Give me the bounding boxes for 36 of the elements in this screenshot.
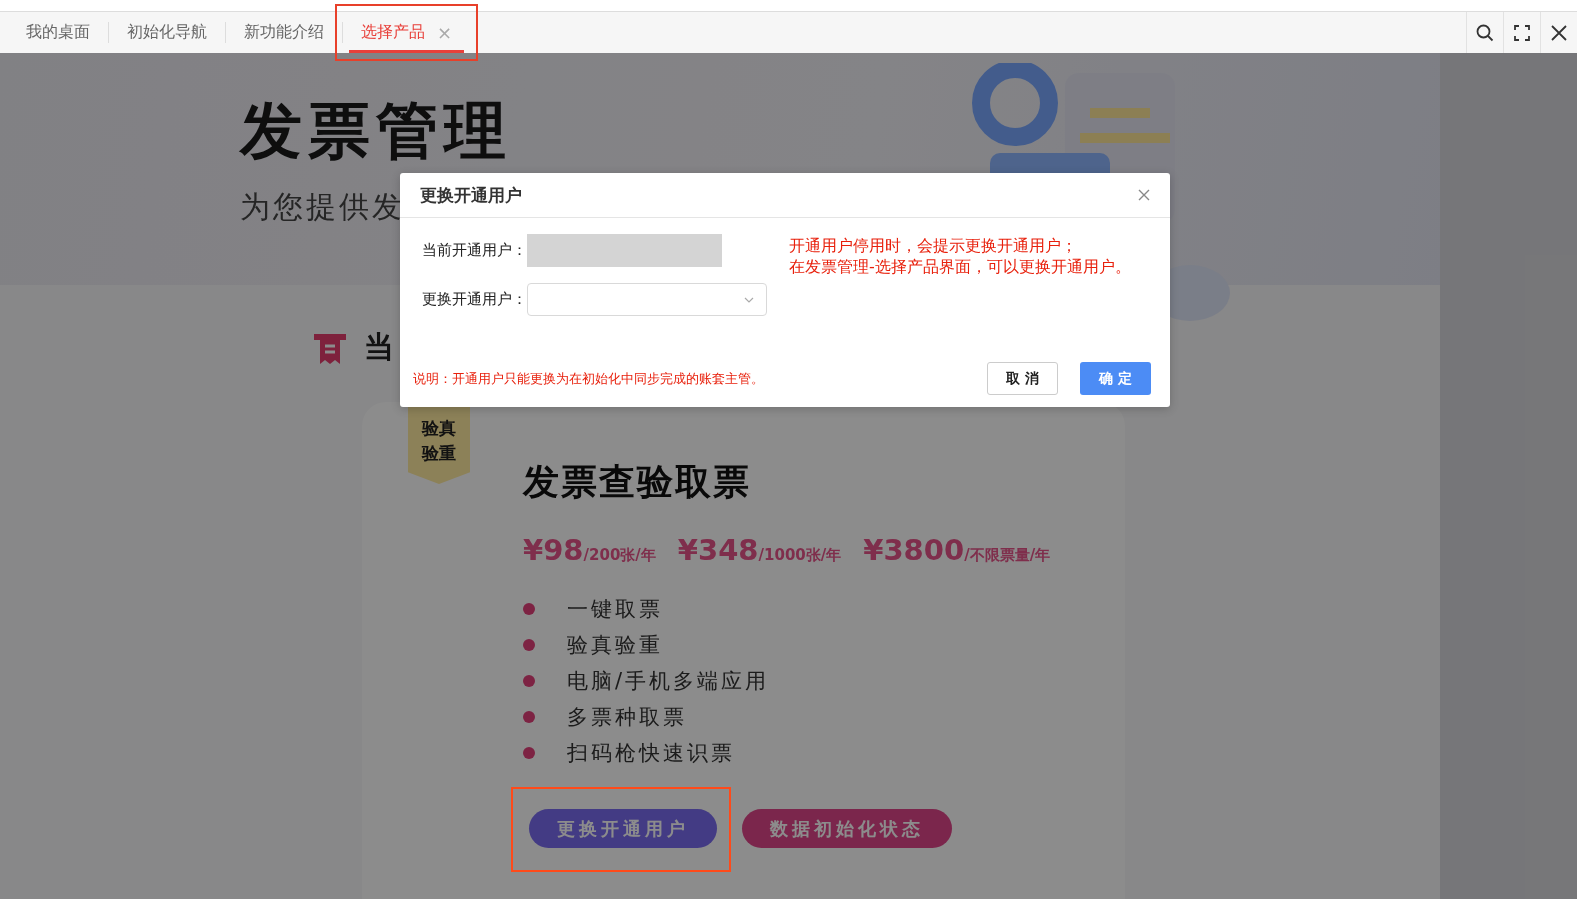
bullet-icon (523, 711, 535, 723)
feature-text: 电脑/手机多端应用 (567, 668, 770, 695)
feature-text: 扫码枪快速识票 (567, 740, 735, 767)
change-user-button[interactable]: 更换开通用户 (529, 809, 717, 848)
feature-text: 验真验重 (567, 632, 663, 659)
price-text: ¥3800/不限票量/年 (863, 533, 1051, 567)
cancel-button[interactable]: 取 消 (987, 362, 1058, 395)
product-title: 发票查验取票 (523, 460, 752, 504)
dialog-title: 更换开通用户 (420, 183, 522, 207)
bullet-icon (523, 639, 535, 651)
field-label: 当前开通用户： (422, 241, 527, 260)
bullet-icon (523, 747, 535, 759)
search-icon[interactable] (1476, 23, 1494, 42)
bullet-icon (523, 675, 535, 687)
field-label: 更换开通用户： (422, 290, 527, 309)
price-text: ¥348/1000张/年 (677, 533, 842, 567)
select-field[interactable] (527, 283, 767, 316)
feature-text: 一键取票 (567, 596, 663, 623)
footnote-text: 说明：开通用户只能更换为在初始化中同步完成的账套主管。 (413, 369, 765, 388)
status-button[interactable]: 数据初始化状态 (742, 809, 952, 848)
tab[interactable]: 新功能介绍 (232, 12, 336, 53)
bullet-icon (523, 603, 535, 615)
fullscreen-icon[interactable] (1514, 24, 1530, 41)
confirm-button[interactable]: 确 定 (1080, 362, 1151, 395)
banner-title: 发票管理 (240, 93, 513, 169)
close-icon[interactable]: × (437, 22, 453, 43)
banner-subtitle: 为您提供发 (240, 188, 405, 226)
tag-badge: 验真 验重 (408, 406, 470, 484)
chevron-down-icon (744, 296, 754, 303)
tab[interactable]: 初始化导航 (115, 12, 219, 53)
tab[interactable]: 我的桌面 (14, 12, 102, 53)
price-text: ¥98/200张/年 (523, 533, 656, 567)
close-icon[interactable] (1551, 24, 1567, 41)
section-title: 当 (364, 328, 394, 366)
feature-text: 多票种取票 (567, 704, 687, 731)
hint-text: 开通用户停用时，会提示更换开通用户； 在发票管理-选择产品界面，可以更换开通用户。 (789, 235, 1131, 278)
